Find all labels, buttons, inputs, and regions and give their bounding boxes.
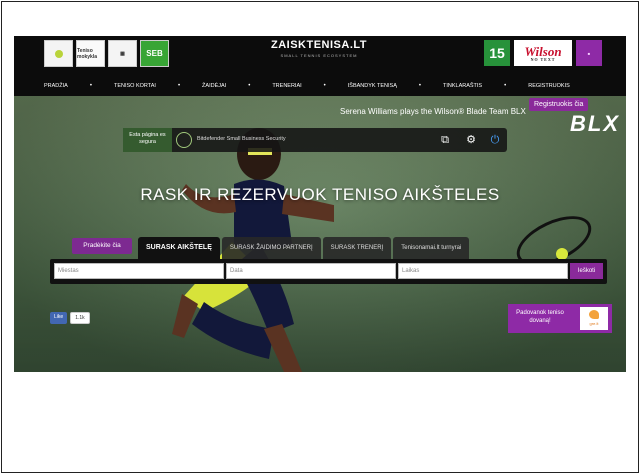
city-input[interactable]: Miestas xyxy=(54,263,224,279)
blx-logo: BLX xyxy=(570,111,620,136)
nav-item-try-tennis[interactable]: IŠBANDYK TENISĄ xyxy=(348,83,397,89)
nav-separator: • xyxy=(248,83,251,89)
sponsor-logo-purple[interactable]: ■ xyxy=(576,40,602,66)
nav-separator: • xyxy=(418,83,421,89)
sponsor-label: SEB xyxy=(146,49,163,58)
website: Teniso mokykla ▦ SEB ZAISKTENISA.LT SMAL… xyxy=(14,36,626,372)
bitdefender-toolbar: Esta página es segura Bitdefender Small … xyxy=(123,128,507,152)
search-form: Miestas Data Laikas Ieškoti xyxy=(50,259,607,284)
sponsor-logos-right: 15 Wilson NO TEXT ■ xyxy=(484,40,602,66)
tab-find-coach[interactable]: SURASK TRENERĮ xyxy=(322,237,392,259)
safe-page-badge: Esta página es segura xyxy=(123,128,172,152)
site-title: ZAISKTENISA.LT xyxy=(270,39,367,51)
site-tagline: SMALL TENNIS ECOSYSTEM xyxy=(280,53,358,58)
hero-banner: Serena Williams plays the Wilson® Blade … xyxy=(14,96,626,372)
start-here-button[interactable]: Pradėkite čia xyxy=(72,238,132,254)
site-logo[interactable]: ZAISKTENISA.LT SMALL TENNIS ECOSYSTEM xyxy=(264,39,374,58)
sponsor-logos-left: Teniso mokykla ▦ SEB xyxy=(44,40,169,67)
nav-item-home[interactable]: PRADŽIA xyxy=(44,83,68,89)
bitdefender-logo-icon xyxy=(176,132,192,148)
wilson-tagline: NO TEXT xyxy=(530,56,556,62)
sponsor-label: Teniso mokykla xyxy=(77,47,98,60)
search-tabs: SURASK AIKŠTELĘ SURASK ŽAIDIMO PARTNERĮ … xyxy=(138,237,470,259)
gift-partner-logo: gre.lt xyxy=(580,307,608,330)
time-input[interactable]: Laikas xyxy=(398,263,568,279)
nav-item-players[interactable]: ŽAIDĖJAI xyxy=(202,83,226,89)
nav-item-courts[interactable]: TENISO KORTAI xyxy=(114,83,156,89)
power-icon[interactable]: ⏻ xyxy=(487,132,503,148)
copy-icon[interactable]: ⧉ xyxy=(437,132,453,148)
tab-find-court[interactable]: SURASK AIKŠTELĘ xyxy=(138,237,220,259)
nav-item-coaches[interactable]: TRENERIAI xyxy=(272,83,301,89)
sponsor-logo-15[interactable]: 15 xyxy=(484,40,510,66)
tennis-ball-icon xyxy=(54,49,63,58)
nav-separator: • xyxy=(177,83,181,89)
nav-separator: • xyxy=(504,83,507,89)
wilson-label: Wilson xyxy=(524,43,562,59)
nav-separator: • xyxy=(89,83,92,89)
gift-banner-text: Padovanok teniso dovaną! xyxy=(516,310,564,325)
sponsor-logo-seb[interactable]: SEB xyxy=(140,40,169,67)
promo-caption: Serena Williams plays the Wilson® Blade … xyxy=(340,107,526,116)
facebook-like-button[interactable]: Like xyxy=(50,312,68,324)
sponsor-logo-tennis-club[interactable] xyxy=(44,40,73,67)
gear-icon[interactable]: ⚙ xyxy=(463,132,479,148)
nav-item-blog[interactable]: TINKLARAŠTIS xyxy=(443,83,482,89)
facebook-like-widget: Like 1.1k xyxy=(50,312,90,324)
facebook-like-count: 1.1k xyxy=(70,312,90,324)
nav-item-register[interactable]: REGISTRUOKIS xyxy=(528,83,570,89)
search-button[interactable]: Ieškoti xyxy=(570,263,603,279)
gift-voucher-banner[interactable]: Padovanok teniso dovaną! gre.lt xyxy=(508,304,612,333)
bitdefender-label: Bitdefender Small Business Security xyxy=(197,136,286,142)
main-nav: PRADŽIA • TENISO KORTAI • ŽAIDĖJAI • TRE… xyxy=(14,76,626,96)
tab-tournaments[interactable]: Tenisonamai.lt turnyrai xyxy=(393,237,470,259)
register-tooltip[interactable]: Registruokis čia xyxy=(529,98,589,111)
date-input[interactable]: Data xyxy=(226,263,396,279)
sponsor-logo-tennis-school[interactable]: Teniso mokykla xyxy=(76,40,105,67)
sponsor-logo-wilson[interactable]: Wilson NO TEXT xyxy=(514,40,572,66)
tab-find-partner[interactable]: SURASK ŽAIDIMO PARTNERĮ xyxy=(221,237,321,259)
nav-separator: • xyxy=(323,83,326,89)
hero-headline: RASK IR REZERVUOK TENISO AIKŠTELES xyxy=(140,185,500,204)
site-header: Teniso mokykla ▦ SEB ZAISKTENISA.LT SMAL… xyxy=(14,36,626,96)
sponsor-logo-microsoft[interactable]: ▦ xyxy=(108,40,137,67)
